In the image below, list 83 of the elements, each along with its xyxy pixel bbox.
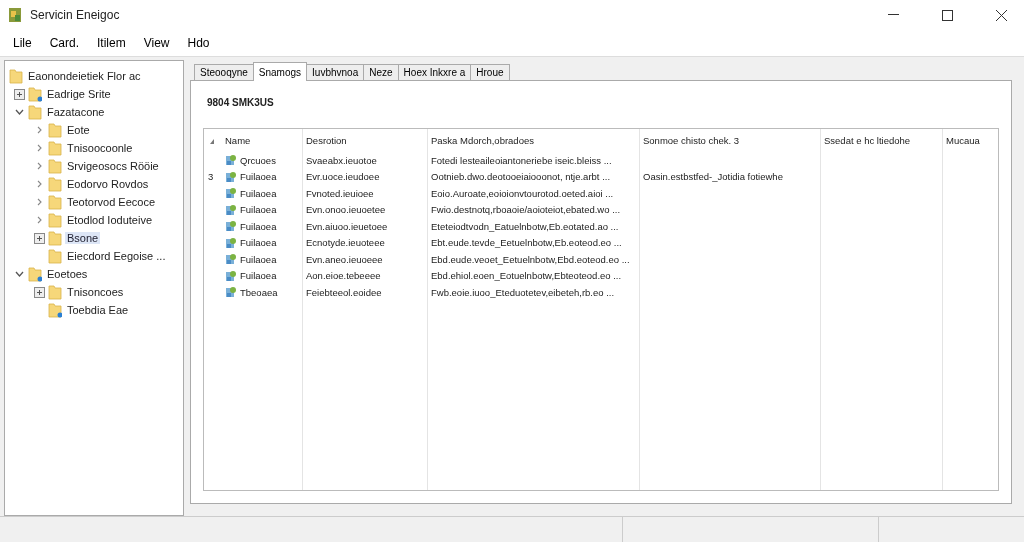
- tree-item[interactable]: Etodlod Ioduteive: [65, 214, 154, 226]
- chevron-right-icon[interactable]: [36, 162, 42, 170]
- service-icon: [225, 220, 237, 233]
- table-cell: Ebt.eude.tevde_Eetuelnbotw,Eb.eoteod.eo ...: [431, 237, 622, 249]
- tree-item[interactable]: Teotorvod Eecoce: [65, 196, 158, 208]
- table-cell: Svaeabx.ieuotoe: [306, 154, 377, 166]
- menu-item[interactable]: Lile: [4, 33, 41, 53]
- menu-item[interactable]: View: [134, 33, 179, 53]
- tree-item[interactable]: Tnisoocoonle: [65, 142, 135, 154]
- tab[interactable]: Steooqyne: [194, 64, 254, 80]
- service-icon: [225, 286, 237, 299]
- table-cell: Eteteiodtvodn_Eatuelnbotw,Eb.eotated.ao ...: [431, 220, 619, 232]
- service-icon: [225, 203, 237, 216]
- table-cell: Qrcuoes: [240, 154, 276, 166]
- chevron-right-icon[interactable]: [36, 180, 42, 188]
- tab[interactable]: Snamogs: [252, 62, 308, 81]
- row-marker: 3: [208, 171, 214, 183]
- table-cell: Evr.uoce.ieudoee: [306, 171, 380, 183]
- table-cell: Ootnieb.dwo.deotooeiaiooonot, ntje.arbt ...: [431, 171, 611, 183]
- tree-item[interactable]: Eadrige Srite: [45, 88, 113, 100]
- tree-item[interactable]: Eodorvo Rovdos: [65, 178, 151, 190]
- chevron-down-icon[interactable]: [14, 271, 24, 277]
- minimize-icon: [887, 14, 899, 16]
- table-cell: Eoio.Auroate,eoioionvtourotod.oeted.aioi ...: [431, 187, 614, 199]
- tree-item[interactable]: Fazatacone: [45, 106, 107, 118]
- table-cell: Fuilaoea: [240, 237, 277, 249]
- table-cell: Feiebteeol.eoidee: [306, 286, 382, 298]
- tree-item[interactable]: Eaonondeietiek Flor ac: [26, 70, 143, 82]
- table-cell: Fwio.destnotq,rboaoie/aoioteiot,ebated.wo ...: [431, 204, 621, 216]
- tree-item[interactable]: Toebdia Eae: [65, 304, 131, 316]
- table-cell: Fwb.eoie.iuoo_Eteduotetev,eibeteh,rb.eo ...: [431, 286, 615, 298]
- tree-item[interactable]: Tnisoncoes: [65, 286, 126, 298]
- table-cell: Fuilaoea: [240, 270, 277, 282]
- service-icon: [225, 187, 237, 200]
- table-cell: Evn.aiuoo.ieuetoee: [306, 220, 388, 232]
- chevron-right-icon[interactable]: [36, 198, 42, 206]
- table-cell: Ecnotyde.ieuoteee: [306, 237, 385, 249]
- close-icon: [995, 9, 1007, 21]
- table-cell: Aon.eioe.tebeeee: [306, 270, 381, 282]
- tree-item[interactable]: Srvigeosocs Rööie: [65, 160, 161, 172]
- column-header[interactable]: Name: [225, 135, 251, 146]
- window-title: Servicin Eneigoc: [30, 8, 121, 22]
- column-header[interactable]: Ssedat e hc ltiedohe: [824, 135, 911, 146]
- service-icon: [225, 253, 237, 266]
- chevron-right-icon[interactable]: [36, 216, 42, 224]
- table-cell: Fvnoted.ieuioee: [306, 187, 374, 199]
- column-header[interactable]: Mucaua: [946, 135, 980, 146]
- table-cell: Fuilaoea: [240, 204, 277, 216]
- chevron-right-icon[interactable]: [36, 126, 42, 134]
- maximize-icon: [941, 9, 953, 21]
- table-cell: Fotedi lesteaileoiantoneriebe iseic.bleiss ...: [431, 154, 612, 166]
- table-cell: Evn.aneo.ieuoeee: [306, 253, 383, 265]
- tree-item[interactable]: Eoetoes: [45, 268, 90, 280]
- column-header[interactable]: Desrotion: [306, 135, 347, 146]
- column-header[interactable]: Sonmoe chisto chek. 3: [643, 135, 740, 146]
- menu-item[interactable]: Itilem: [88, 33, 135, 53]
- tree-item[interactable]: Eiecdord Eegoise ...: [65, 250, 168, 262]
- tree-item[interactable]: Bsone: [65, 232, 101, 244]
- service-icon: [225, 269, 237, 282]
- table-cell: Fuilaoea: [240, 220, 277, 232]
- expander-icon[interactable]: [33, 286, 45, 298]
- table-cell: Ebd.eude.veoet_Eetuelnbotw,Ebd.eoteod.eo ...: [431, 253, 630, 265]
- service-icon: [225, 236, 237, 249]
- table-cell: Tbeoaea: [240, 286, 278, 298]
- table-cell: Fuilaoea: [240, 171, 277, 183]
- chevron-down-icon[interactable]: [14, 109, 24, 115]
- expander-icon[interactable]: [13, 88, 25, 100]
- column-header[interactable]: Paska Mdorch,obradoes: [431, 135, 534, 146]
- menu-item[interactable]: Card.: [40, 33, 89, 53]
- tree-item[interactable]: Eote: [65, 124, 92, 136]
- menu-item[interactable]: Hdo: [178, 33, 219, 53]
- table-cell: Fuilaoea: [240, 253, 277, 265]
- tab[interactable]: Hroue: [470, 64, 510, 80]
- section-heading: 9804 SMK3US: [207, 97, 275, 108]
- table-cell: Oasin.estbstfed-_Jotidia fotiewhe: [643, 171, 783, 183]
- chevron-right-icon[interactable]: [36, 144, 42, 152]
- expander-icon[interactable]: [33, 232, 45, 244]
- table-cell: Ebd.ehiol.eoen_Eotuelnbotw,Ebteoteod.eo ...: [431, 270, 622, 282]
- table-cell: Evn.onoo.ieuoetee: [306, 204, 386, 216]
- table-cell: Fuilaoea: [240, 187, 277, 199]
- service-icon: [225, 154, 237, 167]
- service-icon: [225, 170, 237, 183]
- app-icon: [8, 7, 22, 23]
